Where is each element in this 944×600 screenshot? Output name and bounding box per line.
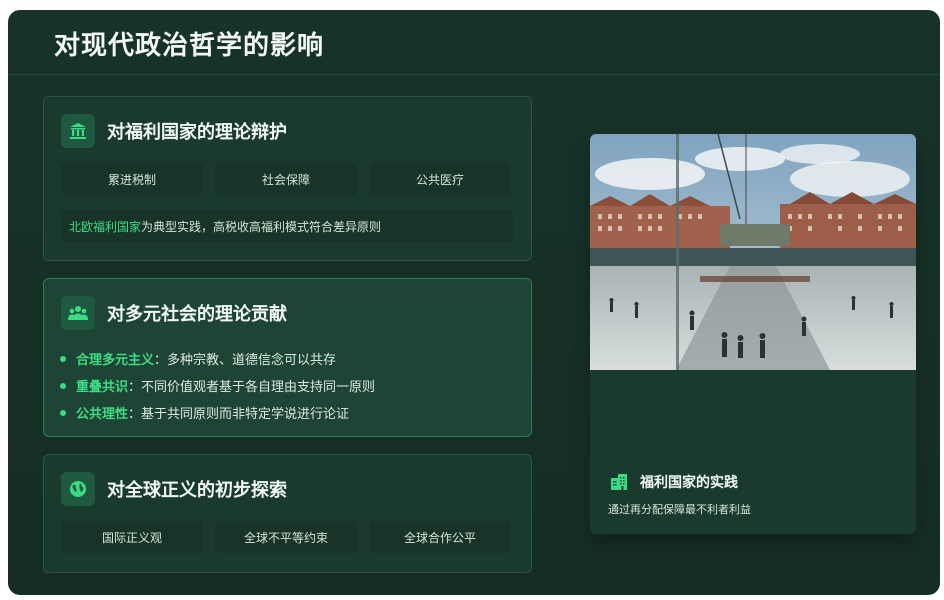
tag-progressive-tax: 累进税制 bbox=[61, 163, 203, 195]
tag-global-inequality: 全球不平等约束 bbox=[215, 521, 357, 553]
note-text: 为典型实践，高税收高福利模式符合差异原则 bbox=[141, 219, 382, 234]
list-item-term: 重叠共识 bbox=[76, 380, 129, 395]
card-global-justice: 对全球正义的初步探索 国际正义观 全球不平等约束 全球合作公平 bbox=[43, 454, 532, 573]
list-item-term: 公共理性 bbox=[76, 407, 129, 422]
note-highlight: 北欧福利国家 bbox=[69, 219, 142, 234]
feature-title-row: 福利国家的实践 bbox=[610, 472, 738, 492]
card-header: 对福利国家的理论辩护 bbox=[61, 114, 287, 148]
list-item-text: ：多种宗教、道德信念可以共存 bbox=[154, 353, 337, 368]
bullet-dot bbox=[60, 409, 66, 416]
bullet-dot bbox=[60, 355, 66, 362]
feature-card: 福利国家的实践 通过再分配保障最不利者利益 bbox=[590, 134, 916, 534]
card-title: 对多元社会的理论贡献 bbox=[107, 304, 287, 325]
tag-international-justice: 国际正义观 bbox=[61, 521, 203, 553]
card-pluralism: 对多元社会的理论贡献 合理多元主义 ：多种宗教、道德信念可以共存 重叠共识 ：不同价… bbox=[43, 278, 532, 437]
tag-social-security: 社会保障 bbox=[215, 163, 357, 195]
list-item-term: 合理多元主义 bbox=[76, 353, 155, 368]
bank-icon bbox=[61, 114, 95, 148]
list-item-text: ：不同价值观者基于各自理由支持同一原则 bbox=[128, 380, 376, 395]
bullet-list: 合理多元主义 ：多种宗教、道德信念可以共存 重叠共识 ：不同价值观者基于各自理由支持… bbox=[60, 345, 375, 426]
people-group-icon bbox=[61, 296, 95, 330]
tag-global-cooperation: 全球合作公平 bbox=[369, 521, 511, 553]
card-welfare-state: 对福利国家的理论辩护 累进税制 社会保障 公共医疗 北欧福利国家 为典型实践，高税… bbox=[43, 96, 532, 261]
page-title: 对现代政治哲学的影响 bbox=[54, 31, 325, 61]
main-panel: 对现代政治哲学的影响 对福利国家的理论辩护 累进税制 社会保障 公共医疗 北欧福… bbox=[8, 10, 940, 595]
tag-public-healthcare: 公共医疗 bbox=[369, 163, 511, 195]
bullet-dot bbox=[60, 382, 66, 389]
waterfront-photo bbox=[590, 134, 916, 370]
building-icon bbox=[610, 473, 628, 491]
header: 对现代政治哲学的影响 bbox=[8, 10, 940, 75]
tag-row: 国际正义观 全球不平等约束 全球合作公平 bbox=[61, 521, 511, 553]
list-item: 公共理性 ：基于共同原则而非特定学说进行论证 bbox=[60, 399, 375, 426]
card-header: 对全球正义的初步探索 bbox=[61, 472, 287, 506]
list-item: 合理多元主义 ：多种宗教、道德信念可以共存 bbox=[60, 345, 375, 372]
example-note: 北欧福利国家 为典型实践，高税收高福利模式符合差异原则 bbox=[61, 210, 513, 242]
globe-icon bbox=[61, 472, 95, 506]
list-item: 重叠共识 ：不同价值观者基于各自理由支持同一原则 bbox=[60, 372, 375, 399]
card-title: 对全球正义的初步探索 bbox=[107, 480, 287, 501]
feature-subtitle: 通过再分配保障最不利者利益 bbox=[608, 503, 751, 516]
card-header: 对多元社会的理论贡献 bbox=[61, 296, 287, 330]
tag-row: 累进税制 社会保障 公共医疗 bbox=[61, 163, 511, 195]
feature-title: 福利国家的实践 bbox=[640, 475, 738, 491]
card-title: 对福利国家的理论辩护 bbox=[107, 122, 287, 143]
list-item-text: ：基于共同原则而非特定学说进行论证 bbox=[128, 407, 350, 422]
